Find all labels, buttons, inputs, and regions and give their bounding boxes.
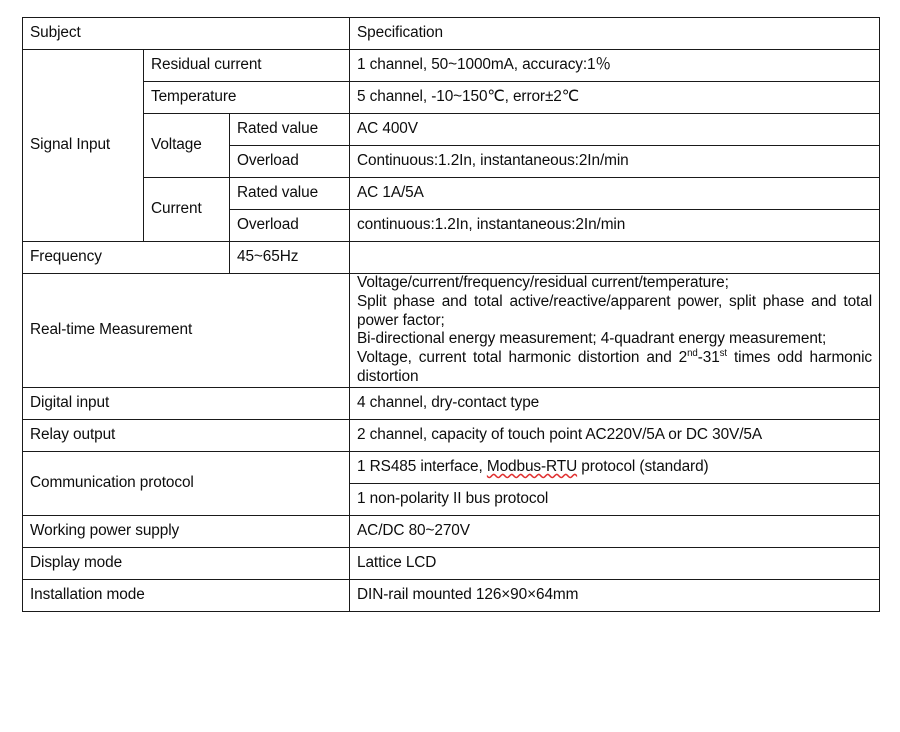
digital-input-spec: 4 channel, dry-contact type	[349, 386, 881, 420]
table-row-display-mode: Display mode Lattice LCD	[21, 546, 881, 580]
working-power-supply-spec: AC/DC 80~270V	[349, 514, 881, 548]
table-row-digital-input: Digital input 4 channel, dry-contact typ…	[21, 386, 881, 420]
voltage-label: Voltage	[143, 113, 230, 178]
specification-table-container: Subject Specification Signal Input Resid…	[21, 17, 881, 612]
table-row-communication-protocol-1: Communication protocol 1 RS485 interface…	[21, 450, 881, 516]
working-power-supply-label: Working power supply	[21, 514, 351, 548]
realtime-measurement-line-4: Voltage, current total harmonic distorti…	[357, 349, 872, 387]
table-row-header: Subject Specification	[21, 17, 881, 50]
relay-output-spec: 2 channel, capacity of touch point AC220…	[349, 418, 881, 452]
voltage-rated-spec: AC 400V	[349, 113, 881, 146]
digital-input-label: Digital input	[21, 386, 351, 420]
current-overload-label: Overload	[228, 209, 351, 242]
current-rated-label: Rated value	[228, 177, 351, 210]
signal-input-label: Signal Input	[22, 49, 144, 242]
frequency-label: Frequency	[22, 241, 230, 274]
communication-protocol-label: Communication protocol	[21, 450, 351, 516]
communication-protocol-spec-1: 1 RS485 interface, Modbus-RTU protocol (…	[349, 450, 881, 484]
current-label: Current	[143, 177, 230, 242]
temperature-label: Temperature	[142, 81, 351, 114]
realtime-measurement-label: Real-time Measurement	[21, 273, 351, 388]
header-subject-cell: Subject	[21, 17, 351, 50]
header-specification-cell: Specification	[349, 17, 881, 50]
communication-protocol-spec-2: 1 non-polarity II bus protocol	[349, 482, 881, 516]
residual-current-label: Residual current	[142, 49, 351, 82]
realtime-measurement-line-3: Bi-directional energy measurement; 4-qua…	[357, 330, 827, 348]
realtime-measurement-spec: Voltage/current/frequency/residual curre…	[349, 273, 881, 388]
realtime-line4-part-a: Voltage, current total harmonic distorti…	[357, 349, 688, 367]
realtime-line4-part-b: -31	[697, 349, 720, 367]
comm-spec-misspelled-term: Modbus-RTU	[486, 457, 578, 475]
current-overload-spec: continuous:1.2In, instantaneous:2In/min	[349, 209, 881, 242]
comm-spec-part-b: protocol (standard)	[577, 457, 709, 475]
voltage-rated-label: Rated value	[228, 113, 351, 146]
display-mode-spec: Lattice LCD	[349, 546, 881, 580]
installation-mode-label: Installation mode	[21, 578, 351, 612]
table-row-relay-output: Relay output 2 channel, capacity of touc…	[21, 418, 881, 452]
table-row-temperature: Temperature 5 channel, -10~150℃, error±2…	[23, 81, 881, 114]
table-row-installation-mode: Installation mode DIN-rail mounted 126×9…	[21, 578, 881, 612]
voltage-overload-spec: Continuous:1.2In, instantaneous:2In/min	[349, 145, 881, 178]
table-row-current-rated: Current Rated value AC 1A/5A	[23, 177, 881, 242]
voltage-overload-label: Overload	[228, 145, 351, 178]
installation-mode-spec: DIN-rail mounted 126×90×64mm	[349, 578, 881, 612]
table-row-working-power-supply: Working power supply AC/DC 80~270V	[21, 514, 881, 548]
table-row-frequency: Frequency 45~65Hz	[22, 241, 880, 274]
temperature-spec: 5 channel, -10~150℃, error±2℃	[349, 81, 881, 114]
relay-output-label: Relay output	[21, 418, 351, 452]
specification-table: Subject Specification Signal Input Resid…	[21, 17, 881, 612]
table-row-residual-current: Signal Input Residual current 1 channel,…	[22, 49, 881, 242]
table-row-realtime-measurement: Real-time Measurement Voltage/current/fr…	[21, 273, 881, 388]
realtime-line4-sup-nd: nd	[687, 348, 698, 359]
realtime-line4-sup-st: st	[719, 348, 727, 359]
realtime-measurement-line-2: Split phase and total active/reactive/ap…	[357, 292, 873, 329]
table-row-voltage-rated: Voltage Rated value AC 400V	[23, 113, 881, 178]
current-rated-spec: AC 1A/5A	[349, 177, 881, 210]
realtime-measurement-line-1: Voltage/current/frequency/residual curre…	[357, 274, 729, 291]
residual-current-spec: 1 channel, 50~1000mA, accuracy:1％	[349, 49, 881, 82]
display-mode-label: Display mode	[21, 546, 351, 580]
comm-spec-part-a: 1 RS485 interface,	[357, 457, 487, 475]
frequency-spec: 45~65Hz	[228, 241, 351, 274]
